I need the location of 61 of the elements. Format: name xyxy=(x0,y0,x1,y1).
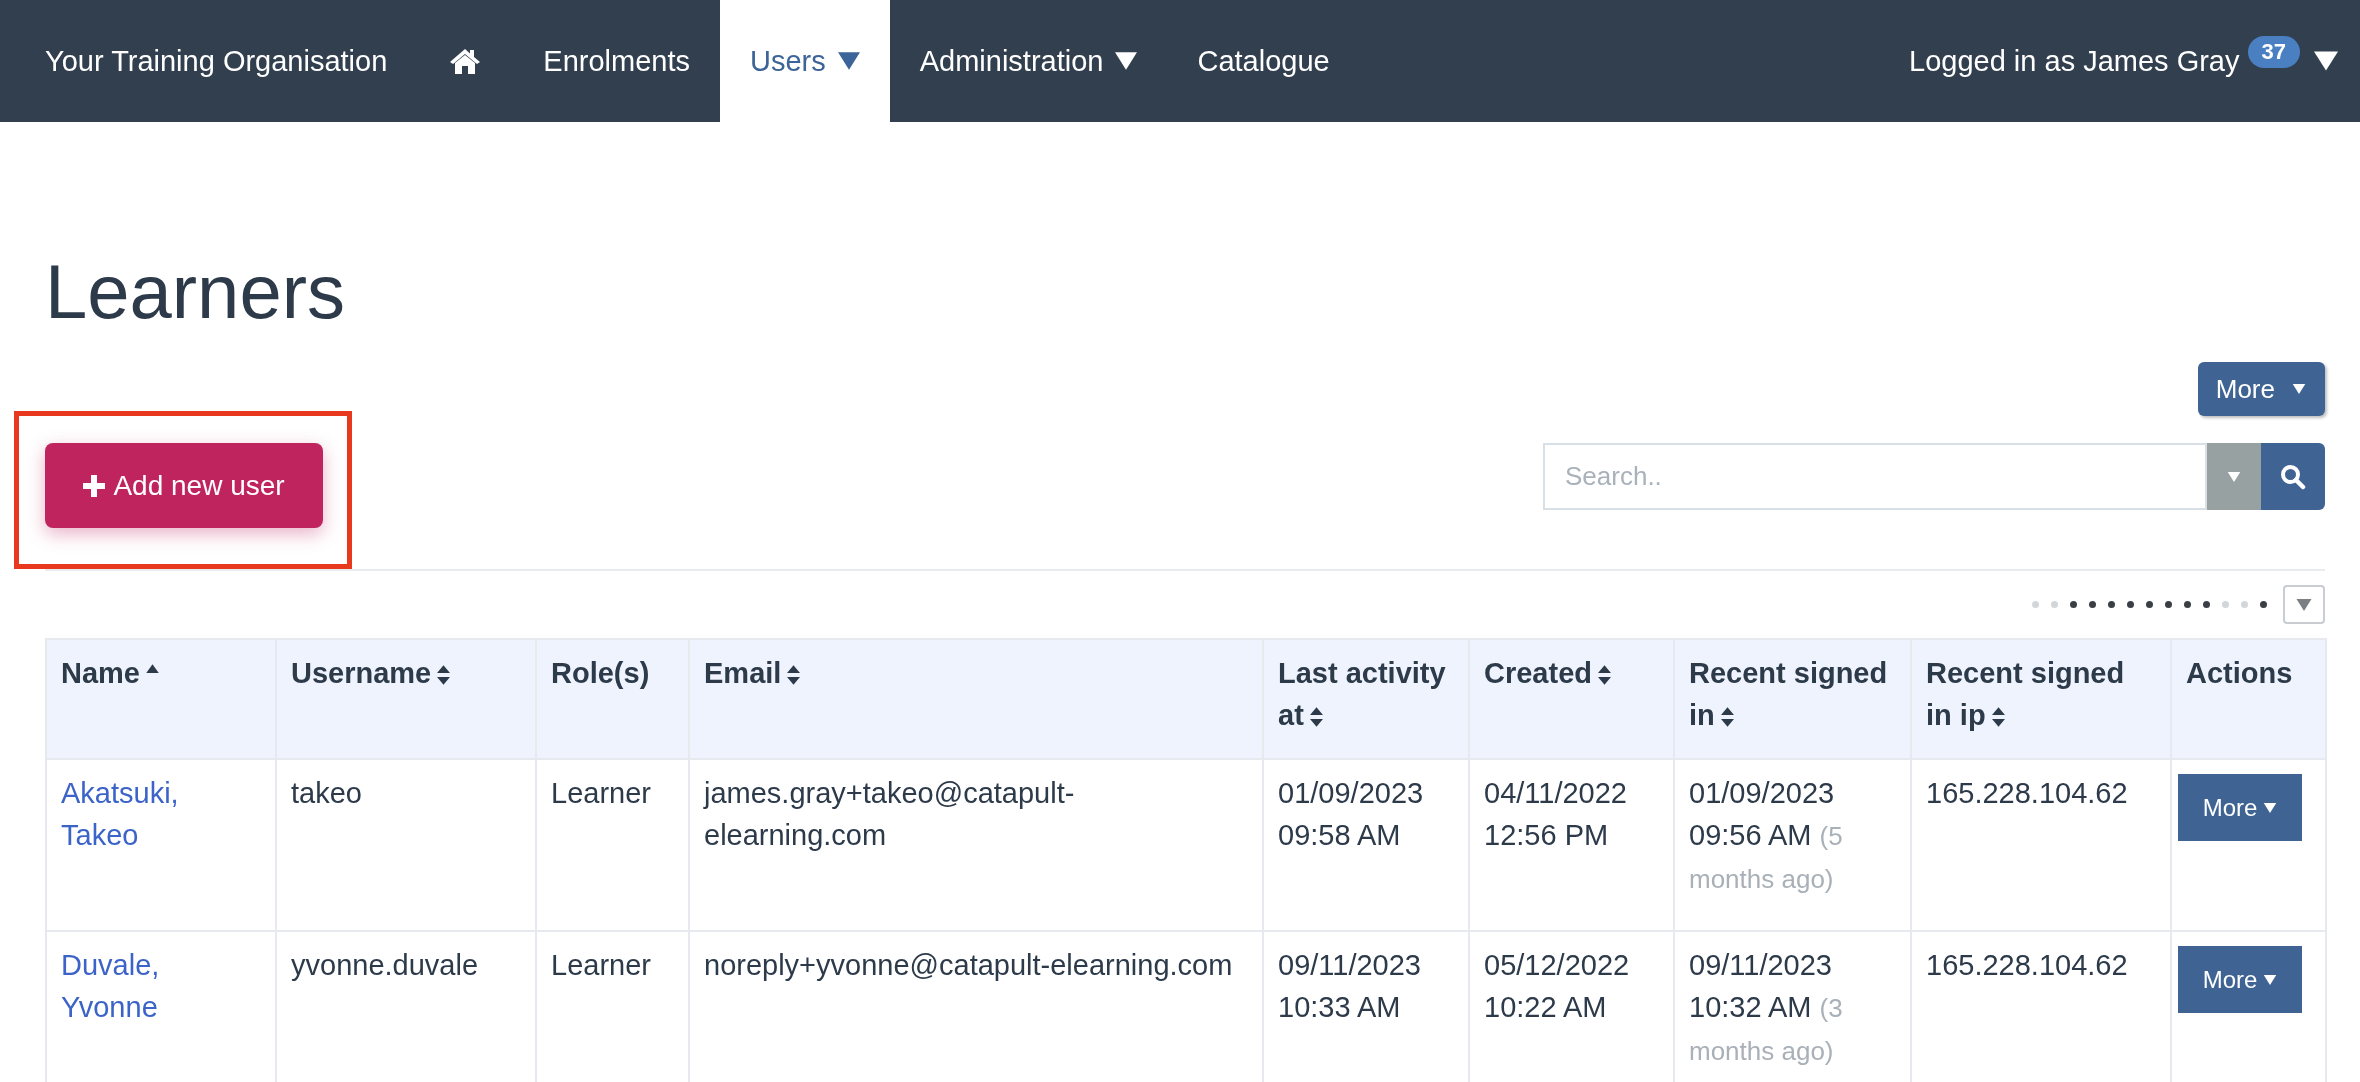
page-dot[interactable] xyxy=(2070,601,2077,608)
sort-icon[interactable] xyxy=(787,664,801,686)
page-title: Learners xyxy=(45,248,346,336)
add-new-user-button[interactable]: Add new user xyxy=(45,443,323,528)
column-header: Role(s) xyxy=(551,656,651,691)
created-text: 05/12/2022 10:22 AM xyxy=(1484,948,1631,1025)
search-icon xyxy=(2280,463,2306,490)
ip-address-text: 165.228.104.62 xyxy=(1926,776,2129,811)
sort-icon[interactable] xyxy=(1991,706,2005,728)
page-dot[interactable] xyxy=(2165,601,2172,608)
page-dot[interactable] xyxy=(2032,601,2039,608)
caret-icon xyxy=(2291,384,2307,394)
row-more-button[interactable]: More xyxy=(2178,946,2302,1013)
last-activity-text: 01/09/2023 09:58 AM xyxy=(1278,776,1425,853)
more-button[interactable]: More xyxy=(2197,362,2325,416)
page-dot[interactable] xyxy=(2051,601,2058,608)
recent-signed-in-text: 01/09/2023 09:56 AM (5 months ago) xyxy=(1689,776,1844,896)
row-more-button[interactable]: More xyxy=(2178,774,2302,841)
recent-signed-in-text: 09/11/2023 10:32 AM (3 months ago) xyxy=(1689,948,1844,1068)
sort-ascending-icon[interactable] xyxy=(146,663,159,673)
page-dot[interactable] xyxy=(2146,601,2153,608)
page-dot[interactable] xyxy=(2222,601,2229,608)
sort-icon[interactable] xyxy=(1598,664,1611,686)
ip-address-text: 165.228.104.62 xyxy=(1926,948,2129,983)
email-text: james.gray+takeo@catapult-elearning.com xyxy=(704,776,1076,853)
nav-tab[interactable]: Enrolments xyxy=(513,0,720,122)
page-dot[interactable] xyxy=(2260,601,2267,608)
user-menu-link[interactable]: Logged in as James Gray xyxy=(1909,44,2240,78)
page-dot[interactable] xyxy=(2127,601,2134,608)
sort-icon[interactable] xyxy=(437,664,451,686)
last-activity-text: 09/11/2023 10:33 AM xyxy=(1278,948,1422,1025)
caret-icon xyxy=(837,51,860,71)
username-text: yvonne.duvale xyxy=(291,948,480,983)
columns-dropdown[interactable] xyxy=(2283,585,2325,624)
search-field[interactable]: Search.. xyxy=(1543,443,2207,510)
page-dot[interactable] xyxy=(2108,601,2115,608)
nav-tab[interactable]: Administration xyxy=(889,0,1168,122)
username-text: takeo xyxy=(291,776,363,811)
caret-icon xyxy=(1115,51,1138,71)
sort-icon[interactable] xyxy=(1309,706,1323,728)
caret-icon xyxy=(2314,50,2338,72)
page-dot[interactable] xyxy=(2089,601,2096,608)
page-dot[interactable] xyxy=(2184,601,2191,608)
column-header: Actions xyxy=(2186,656,2294,691)
role-text: Learner xyxy=(551,776,652,811)
notification-badge: 37 xyxy=(2247,36,2300,68)
caret-icon xyxy=(2263,802,2278,813)
brand-link[interactable]: Your Training Organisation xyxy=(0,0,418,122)
home-icon xyxy=(449,47,482,75)
sort-icon[interactable] xyxy=(1720,706,1734,728)
page-dot[interactable] xyxy=(2203,601,2210,608)
caret-icon xyxy=(2225,471,2243,482)
nav-tab[interactable]: Catalogue xyxy=(1167,0,1360,122)
nav-tab[interactable]: Users xyxy=(720,0,890,122)
page-dot[interactable] xyxy=(2241,601,2248,608)
caret-icon xyxy=(2263,974,2278,985)
plus-icon xyxy=(83,474,106,497)
role-text: Learner xyxy=(551,948,652,983)
search-button[interactable] xyxy=(2261,443,2325,510)
email-text: noreply+yvonne@catapult-elearning.com xyxy=(704,948,1234,983)
created-text: 04/11/2022 12:56 PM xyxy=(1484,776,1628,853)
